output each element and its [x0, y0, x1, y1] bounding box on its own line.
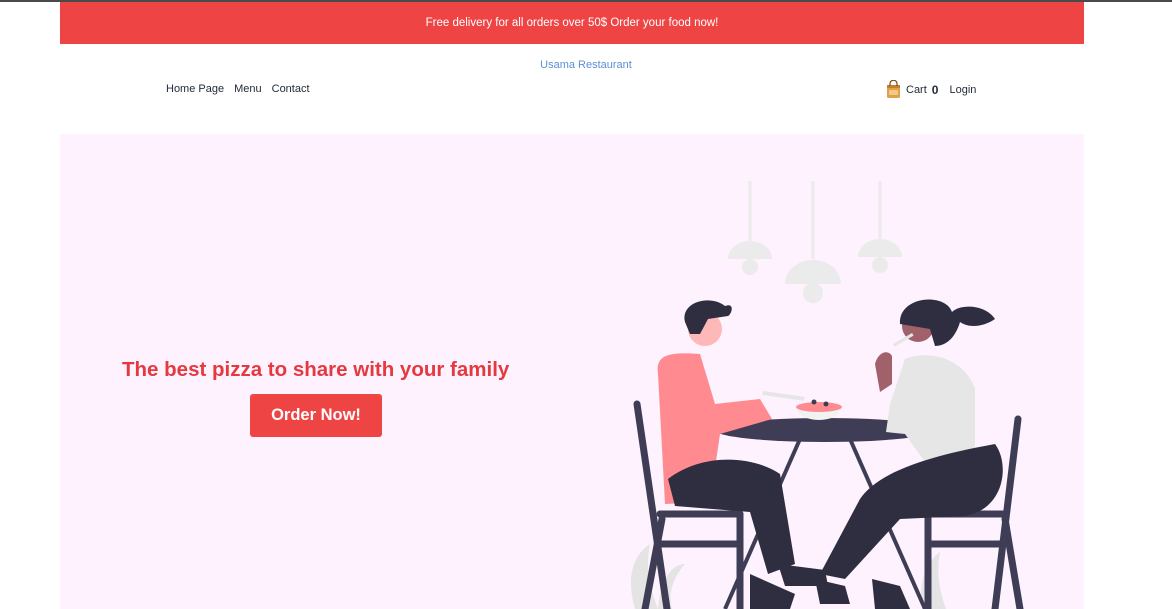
hero-section: The best pizza to share with your family… — [60, 134, 1084, 609]
brand-label[interactable]: Usama Restaurant — [540, 59, 632, 71]
couple-dining-illustration — [630, 181, 1024, 609]
main-nav: Home Page Menu Contact — [166, 83, 310, 95]
promo-banner: Free delivery for all orders over 50$ Or… — [60, 2, 1084, 44]
cart-link[interactable]: Cart — [906, 84, 927, 96]
nav-home-link[interactable]: Home Page — [166, 83, 224, 95]
nav-contact-link[interactable]: Contact — [272, 83, 310, 95]
nav-menu-link[interactable]: Menu — [234, 83, 262, 95]
user-nav: Cart 0 Login — [886, 79, 976, 99]
cart-count-badge: 0 — [931, 82, 939, 97]
shopping-bag-icon[interactable] — [886, 79, 901, 99]
brand-title[interactable]: Usama Restaurant — [0, 59, 1172, 71]
login-link[interactable]: Login — [949, 84, 976, 96]
promo-text: Free delivery for all orders over 50$ Or… — [425, 17, 719, 29]
